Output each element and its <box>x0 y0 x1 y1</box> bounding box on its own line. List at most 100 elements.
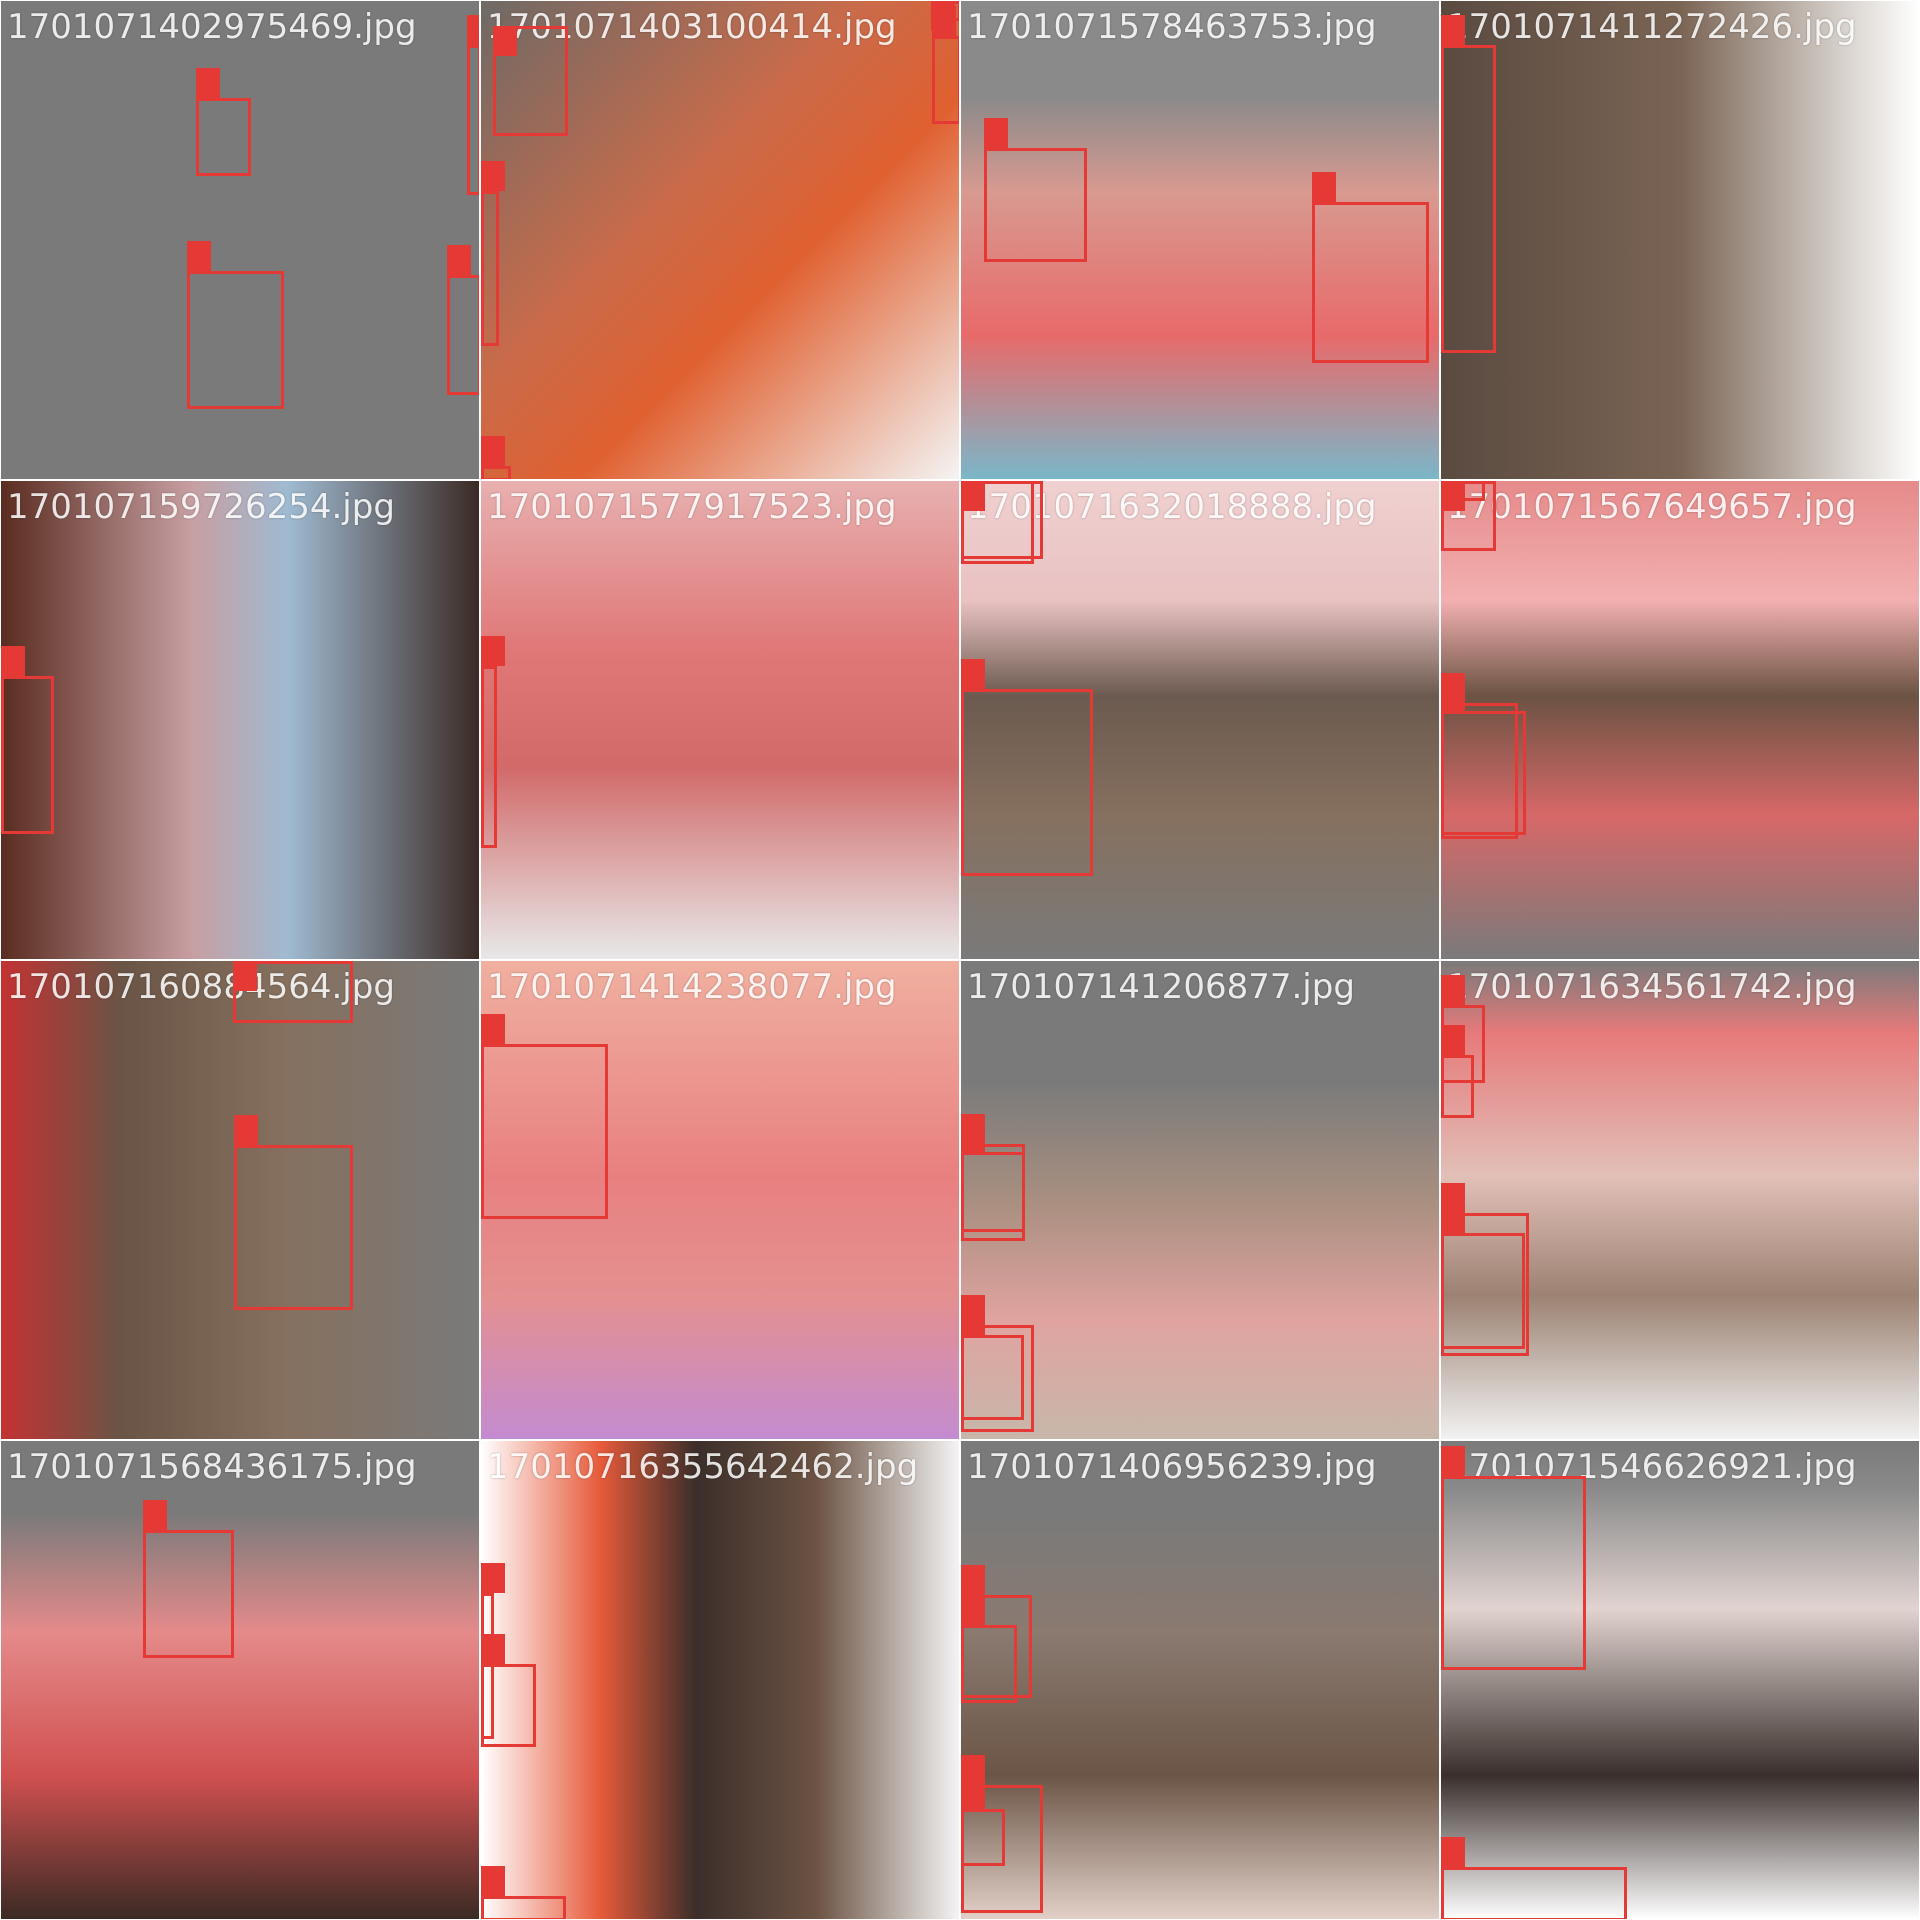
detection-box: 0 <box>932 6 959 124</box>
class-label-tag: 0 <box>143 1500 167 1530</box>
detection-box: 0 <box>1441 15 1496 353</box>
class-label-text: 0 <box>964 1595 982 1625</box>
tile-image <box>481 1441 959 1919</box>
class-label-tag: 0 <box>196 68 220 98</box>
class-label-tag: 0 <box>481 1866 505 1896</box>
class-label-text: 0 <box>964 481 982 511</box>
class-label-tag: 0 <box>1441 1446 1465 1476</box>
detection-box: 0 <box>984 118 1087 262</box>
mosaic-tile: 1701071406956239.jpg 0 0 0 0 <box>960 1440 1440 1920</box>
detection-box: 0 <box>467 15 479 195</box>
tile-filename: 170107159726254.jpg <box>7 487 395 527</box>
class-label-tag: 0 <box>234 1115 258 1145</box>
mosaic-tile: 1701071414238077.jpg 0 <box>480 960 960 1440</box>
class-label-text: 0 <box>471 15 479 45</box>
tile-image <box>1 1441 479 1919</box>
detection-box: 0 <box>961 481 1043 559</box>
class-label-text: 0 <box>4 646 22 676</box>
class-label-text: 0 <box>484 1634 502 1664</box>
tile-filename: 1701071577917523.jpg <box>487 487 897 527</box>
detection-box: 0 <box>481 161 505 346</box>
detection-box: 0 <box>961 659 1093 876</box>
tile-filename: 1701071402975469.jpg <box>7 7 417 47</box>
class-label-tag: 0 <box>481 1634 505 1664</box>
detection-box: 0 <box>234 1115 353 1310</box>
mosaic-tile: 1701071411272426.jpg 0 <box>1440 0 1920 480</box>
tile-image <box>1441 961 1919 1439</box>
mosaic-tile: 1701071578463753.jpg 0 0 <box>960 0 1440 480</box>
class-label-text: 0 <box>964 1565 982 1595</box>
class-label-tag: 0 <box>467 15 479 45</box>
mosaic-tile: 1701071634561742.jpg 0 0 0 0 <box>1440 960 1920 1440</box>
detection-box: 0 <box>233 961 353 1023</box>
class-label-tag: 0 <box>1441 1837 1465 1867</box>
class-label-text: 0 <box>484 1563 502 1593</box>
detection-box: 0 <box>1 646 54 834</box>
class-label-text: 0 <box>1444 1837 1462 1867</box>
detection-box: 0 <box>1441 1183 1529 1356</box>
detection-box: 0 <box>961 1114 1025 1232</box>
detection-box: 0 <box>931 1 959 31</box>
class-label-text: 0 <box>1444 975 1462 1005</box>
class-label-tag: 0 <box>493 26 517 56</box>
class-label-text: 0 <box>237 1115 255 1145</box>
detection-box: 0 <box>1441 975 1485 1083</box>
tile-image <box>1441 1 1919 479</box>
tile-filename: 1701071406956239.jpg <box>967 1447 1377 1487</box>
mosaic-tile: 170107159726254.jpg 0 <box>0 480 480 960</box>
detection-box: 0 <box>493 26 568 136</box>
tile-filename: 170107141206877.jpg <box>967 967 1355 1007</box>
class-label-tag: 0 <box>1441 975 1465 1005</box>
class-label-tag: 0 <box>961 481 985 511</box>
class-label-tag: 0 <box>481 436 505 466</box>
detection-box: 0 <box>481 1634 536 1747</box>
class-label-tag: 0 <box>961 1755 985 1785</box>
detection-box: 0 <box>961 1595 1017 1703</box>
class-label-tag: 0 <box>961 1595 985 1625</box>
mosaic-tile: 1701071567649657.jpg0000 <box>1440 480 1920 960</box>
class-label-text: 0 <box>964 1755 982 1785</box>
class-label-text: 0 <box>1444 15 1462 45</box>
mosaic-tile: 1701071577917523.jpg 0 <box>480 480 960 960</box>
detection-box: 0 <box>196 68 251 176</box>
class-label-text: 0 <box>236 961 254 991</box>
class-label-tag: 0 <box>481 1563 505 1593</box>
tile-filename: 1701071578463753.jpg <box>967 7 1377 47</box>
class-label-text: 0 <box>964 1114 982 1144</box>
detection-box: 0 <box>481 1014 608 1219</box>
mosaic-tile: 1701071546626921.jpg 0 0 <box>1440 1440 1920 1920</box>
detection-box: 0 <box>961 1295 1034 1432</box>
mosaic-tile: 17010716355642462.jpg 0 0 0 <box>480 1440 960 1920</box>
class-label-text: 0 <box>1315 172 1333 202</box>
tile-filename: 1701071568436175.jpg <box>7 1447 417 1487</box>
class-label-tag: 0 <box>961 1114 985 1144</box>
class-label-text: 0 <box>987 118 1005 148</box>
class-label-text: 0 <box>496 26 514 56</box>
class-label-text: 0 <box>1444 481 1462 511</box>
class-label-tag: 0 <box>233 961 257 991</box>
class-label-tag: 0 <box>961 1295 985 1325</box>
class-label-text: 0 <box>484 636 502 666</box>
class-label-tag: 0 <box>961 1565 985 1595</box>
mosaic-tile: 1701071632018888.jpg000 <box>960 480 1440 960</box>
class-label-tag: 0 <box>931 1 955 31</box>
class-label-text: 0 <box>964 1295 982 1325</box>
class-label-text: 0 <box>934 1 952 31</box>
class-label-text: 0 <box>190 241 208 271</box>
class-label-tag: 0 <box>961 659 985 689</box>
tile-filename: 1701071414238077.jpg <box>487 967 897 1007</box>
tile-image <box>481 481 959 959</box>
class-label-tag: 0 <box>481 161 505 191</box>
detection-box: 0 <box>1441 673 1518 839</box>
class-label-text: 0 <box>484 161 502 191</box>
tile-filename: 17010716355642462.jpg <box>487 1447 919 1487</box>
class-label-text: 0 <box>450 245 468 275</box>
detection-box: 0 <box>1441 481 1485 511</box>
class-label-tag: 0 <box>481 1014 505 1044</box>
detection-box: 0 <box>187 241 284 409</box>
tile-filename: 1701071634561742.jpg <box>1447 967 1857 1007</box>
detection-box: 0 <box>1441 1446 1586 1670</box>
tile-image <box>1 481 479 959</box>
class-label-tag: 0 <box>1441 15 1465 45</box>
class-label-tag: 0 <box>187 241 211 271</box>
